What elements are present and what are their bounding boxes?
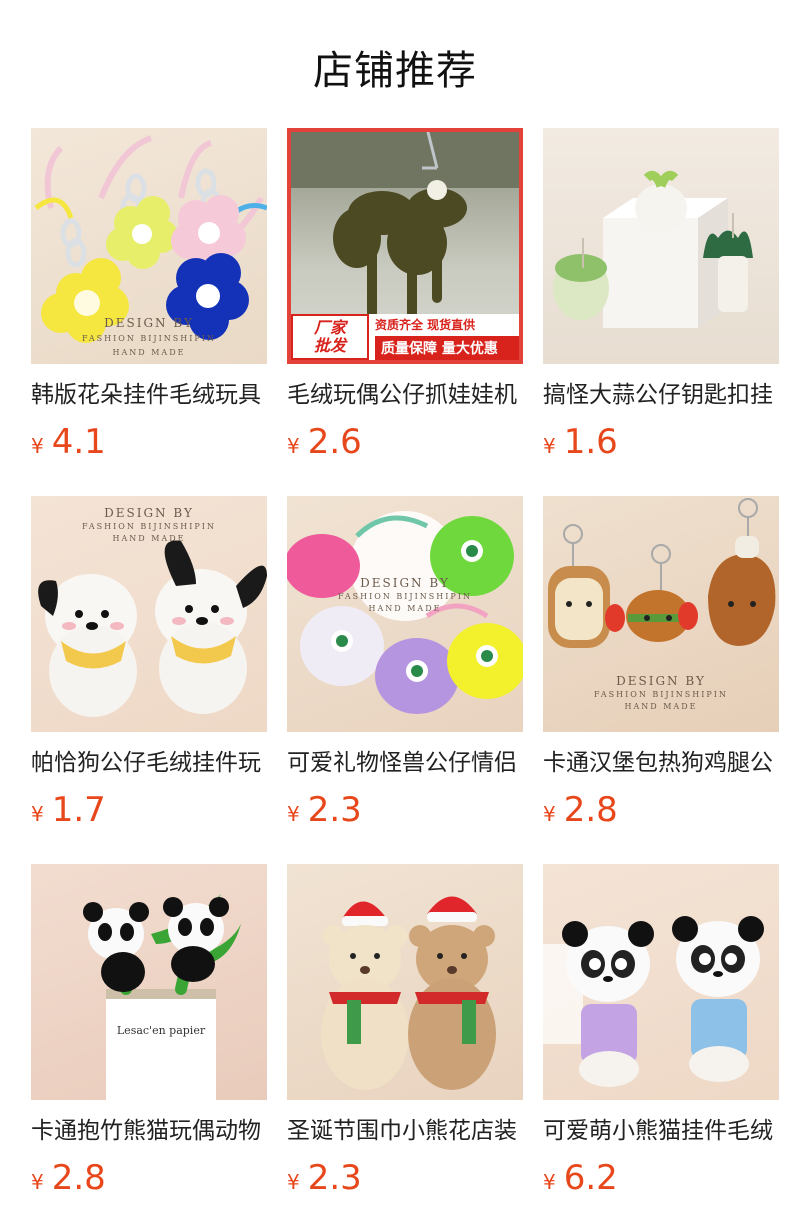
- product-image[interactable]: DESIGN BY FASHION BIJINSHIPIN HAND MADE: [31, 496, 267, 732]
- watermark-line: FASHION BIJINSHIPIN: [338, 592, 472, 601]
- promo-banner: 厂家 批发 资质齐全 现货直供 质量保障 量大优惠: [291, 314, 519, 360]
- product-card[interactable]: 可爱萌小熊猫挂件毛绒 ¥ 6.2: [543, 864, 779, 1232]
- product-price: ¥ 6.2: [543, 1158, 779, 1198]
- price-value: 2.3: [307, 1158, 362, 1198]
- product-image[interactable]: DESIGN BY FASHION BIJINSHIPIN HAND MADE: [287, 496, 523, 732]
- product-price: ¥ 1.6: [543, 422, 779, 462]
- product-price: ¥ 2.6: [287, 422, 523, 462]
- price-value: 2.6: [307, 422, 362, 462]
- watermark-line: DESIGN BY: [616, 674, 706, 688]
- product-name[interactable]: 韩版花朵挂件毛绒玩具: [31, 380, 267, 410]
- veggie-plush-illustration: [553, 170, 753, 328]
- currency-symbol: ¥: [31, 1170, 44, 1194]
- watermark-line: HAND MADE: [624, 702, 698, 711]
- product-name[interactable]: 毛绒玩偶公仔抓娃娃机: [287, 380, 523, 410]
- product-price: ¥ 4.1: [31, 422, 267, 462]
- promo-bottom-text: 质量保障 量大优惠: [375, 336, 519, 360]
- product-card[interactable]: DESIGN BY FASHION BIJINSHIPIN HAND MADE: [31, 496, 267, 864]
- watermark-line: DESIGN BY: [360, 576, 450, 590]
- product-grid: DESIGN BY FASHION BIJINSHIPIN HAND MADE …: [31, 128, 790, 1232]
- product-card[interactable]: DESIGN BY FASHION BIJINSHIPIN HAND MADE …: [31, 128, 267, 496]
- badge-line: 厂家: [313, 318, 346, 337]
- product-card[interactable]: 搞怪大蒜公仔钥匙扣挂 ¥ 1.6: [543, 128, 779, 496]
- product-image[interactable]: [543, 864, 779, 1100]
- product-price: ¥ 1.7: [31, 790, 267, 830]
- sign-text: Lesac'en papier: [116, 1024, 206, 1037]
- panda-plush-illustration: [543, 916, 764, 1087]
- currency-symbol: ¥: [287, 1170, 300, 1194]
- product-image[interactable]: DESIGN BY FASHION BIJINSHIPIN HAND MADE: [31, 128, 267, 364]
- currency-symbol: ¥: [543, 802, 556, 826]
- product-card[interactable]: DESIGN BY FASHION BIJINSHIPIN HAND MADE …: [287, 496, 523, 864]
- watermark-line: FASHION BIJINSHIPIN: [82, 334, 216, 343]
- store-recommendations-page: 店铺推荐 DESIGN BY FASHION BIJINSHIPIN HAND …: [0, 0, 790, 1232]
- monster-plush-illustration: [287, 511, 523, 714]
- watermark-line: DESIGN BY: [104, 316, 194, 330]
- product-card[interactable]: 厂家 批发 资质齐全 现货直供 质量保障 量大优惠 毛绒玩偶公仔抓娃娃机 ¥ 2…: [287, 128, 523, 496]
- product-image[interactable]: Lesac'en papier: [31, 864, 267, 1100]
- product-price: ¥ 2.3: [287, 1158, 523, 1198]
- currency-symbol: ¥: [543, 1170, 556, 1194]
- puppy-plush-illustration: [38, 540, 267, 717]
- price-value: 4.1: [51, 422, 106, 462]
- product-image[interactable]: DESIGN BY FASHION BIJINSHIPIN HAND MADE: [543, 496, 779, 732]
- price-value: 6.2: [563, 1158, 618, 1198]
- product-image[interactable]: 厂家 批发 资质齐全 现货直供 质量保障 量大优惠: [287, 128, 523, 364]
- product-name[interactable]: 可爱萌小熊猫挂件毛绒: [543, 1116, 779, 1146]
- badge-line: 批发: [313, 336, 346, 355]
- product-name[interactable]: 帕恰狗公仔毛绒挂件玩: [31, 748, 267, 778]
- product-price: ¥ 2.3: [287, 790, 523, 830]
- product-card[interactable]: Lesac'en papier 卡通抱竹熊猫玩偶动物 ¥ 2.8: [31, 864, 267, 1232]
- product-name[interactable]: 可爱礼物怪兽公仔情侣: [287, 748, 523, 778]
- product-name[interactable]: 卡通汉堡包热狗鸡腿公: [543, 748, 779, 778]
- product-price: ¥ 2.8: [543, 790, 779, 830]
- product-name[interactable]: 卡通抱竹熊猫玩偶动物: [31, 1116, 267, 1146]
- page-title: 店铺推荐: [313, 48, 477, 94]
- bamboo-panda-illustration: [83, 894, 241, 1100]
- currency-symbol: ¥: [31, 802, 44, 826]
- currency-symbol: ¥: [543, 434, 556, 458]
- product-image[interactable]: [543, 128, 779, 364]
- price-value: 2.3: [307, 790, 362, 830]
- price-value: 1.7: [51, 790, 106, 830]
- promo-top-text: 资质齐全 现货直供: [375, 318, 476, 332]
- product-price: ¥ 2.8: [31, 1158, 267, 1198]
- product-image[interactable]: [287, 864, 523, 1100]
- product-card[interactable]: 圣诞节围巾小熊花店装 ¥ 2.3: [287, 864, 523, 1232]
- currency-symbol: ¥: [31, 434, 44, 458]
- watermark-line: HAND MADE: [368, 604, 442, 613]
- product-name[interactable]: 圣诞节围巾小熊花店装: [287, 1116, 523, 1146]
- price-value: 2.8: [51, 1158, 106, 1198]
- product-card[interactable]: DESIGN BY FASHION BIJINSHIPIN HAND MADE …: [543, 496, 779, 864]
- currency-symbol: ¥: [287, 802, 300, 826]
- christmas-bear-illustration: [321, 896, 496, 1090]
- currency-symbol: ¥: [287, 434, 300, 458]
- promo-text: 资质齐全 现货直供 质量保障 量大优惠: [369, 314, 519, 360]
- price-value: 1.6: [563, 422, 618, 462]
- watermark-line: HAND MADE: [112, 348, 186, 357]
- product-name[interactable]: 搞怪大蒜公仔钥匙扣挂: [543, 380, 779, 410]
- price-value: 2.8: [563, 790, 618, 830]
- wholesale-badge: 厂家 批发: [291, 314, 369, 360]
- watermark-line: FASHION BIJINSHIPIN: [594, 690, 728, 699]
